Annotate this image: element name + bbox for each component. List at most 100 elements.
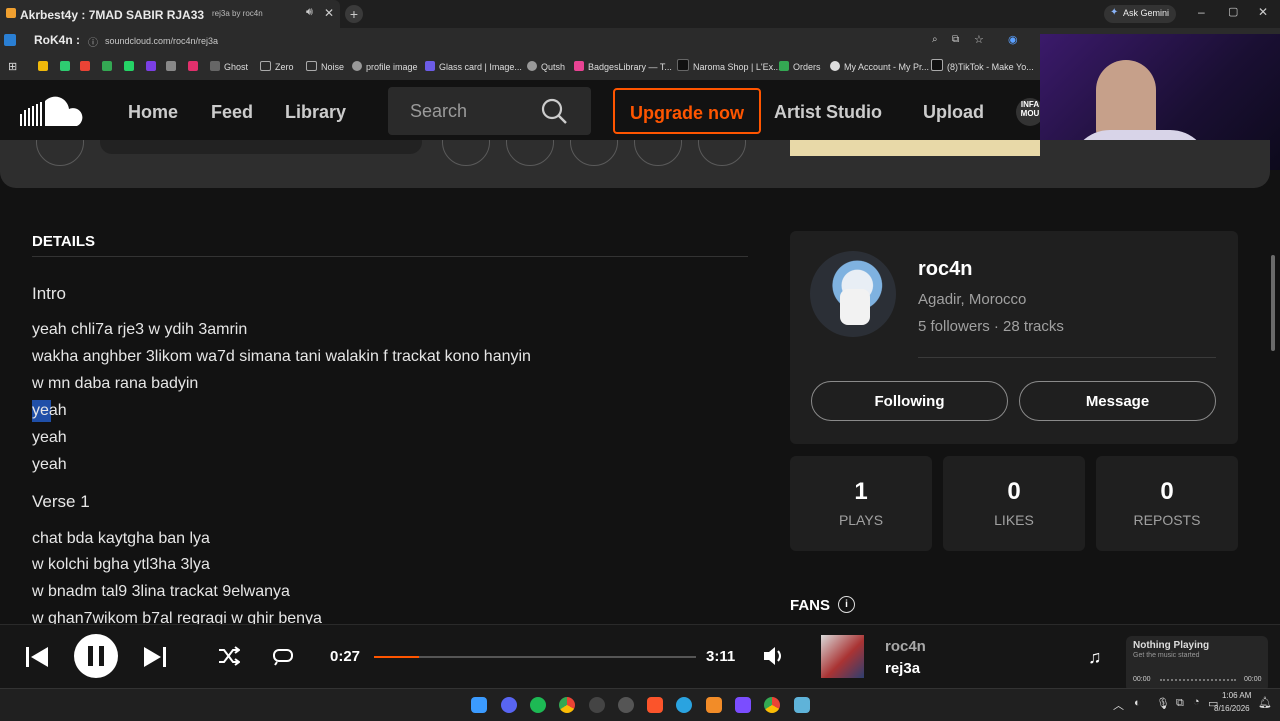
bookmark-icon-1[interactable] <box>38 54 52 80</box>
search-icon[interactable] <box>540 97 568 125</box>
now-playing-track[interactable]: rej3a <box>885 660 920 677</box>
notification-icon[interactable]: 🔔︎ <box>1258 696 1272 709</box>
page-scrollbar[interactable] <box>1271 255 1275 351</box>
likes-label: LIKES <box>994 512 1034 528</box>
now-playing-artwork[interactable] <box>821 635 864 678</box>
next-track-icon[interactable] <box>142 644 168 670</box>
share-action-circle[interactable] <box>570 140 618 166</box>
clock-time[interactable]: 1:06 AM <box>1222 691 1251 700</box>
nav-artist-studio[interactable]: Artist Studio <box>774 80 882 144</box>
artist-avatar[interactable] <box>810 251 896 337</box>
soundcloud-logo-icon[interactable] <box>20 96 86 128</box>
minimize-icon[interactable]: – <box>1198 5 1205 19</box>
bookmark-tiktok[interactable]: (8)TikTok - Make Yo... <box>931 54 1034 80</box>
progress-track[interactable] <box>374 656 696 658</box>
pause-icon <box>88 646 93 666</box>
bookmark-noise[interactable]: Noise <box>306 54 344 80</box>
more-action-circle[interactable] <box>698 140 746 166</box>
like-action-circle[interactable] <box>442 140 490 166</box>
bookmark-qutsh[interactable]: Qutsh <box>527 54 565 80</box>
bookmark-icon-8[interactable] <box>188 54 202 80</box>
obs-icon[interactable] <box>589 697 605 713</box>
bookmark-my-account[interactable]: My Account - My Pr... <box>830 54 929 80</box>
maximize-icon[interactable]: ▢ <box>1228 5 1238 18</box>
clock-date[interactable]: 8/16/2026 <box>1214 704 1250 713</box>
bookmark-icon-7[interactable] <box>166 54 180 80</box>
bookmark-profile-image[interactable]: profile image <box>352 54 418 80</box>
bookmark-badges-library[interactable]: BadgesLibrary — T... <box>574 54 672 80</box>
ask-gemini-button[interactable]: ✦ Ask Gemini <box>1104 5 1176 23</box>
chrome-alt-icon[interactable] <box>618 697 634 713</box>
bookmark-icon-4[interactable] <box>102 54 116 80</box>
pause-button[interactable] <box>74 634 118 678</box>
search-box[interactable]: Search <box>388 87 591 135</box>
following-button[interactable]: Following <box>811 381 1008 421</box>
info-icon[interactable]: i <box>838 596 855 613</box>
tray-icon-1[interactable]: ◐ <box>1134 697 1141 709</box>
monitor-icon[interactable] <box>794 697 810 713</box>
bookmark-orders[interactable]: Orders <box>779 54 821 80</box>
microphone-icon[interactable]: 🎙︎ <box>1156 697 1170 710</box>
bookmark-zero[interactable]: Zero <box>260 54 294 80</box>
zoom-icon[interactable]: ⌕ <box>932 34 938 45</box>
lyric-line: w bnadm tal9 3lina trackat 9elwanya <box>32 583 290 600</box>
message-button[interactable]: Message <box>1019 381 1216 421</box>
profile-icon[interactable] <box>4 34 16 46</box>
previous-track-icon[interactable] <box>24 644 50 670</box>
bookmark-icon-6[interactable] <box>146 54 160 80</box>
nav-upload[interactable]: Upload <box>923 80 984 144</box>
bookmark-icon-5[interactable] <box>124 54 138 80</box>
bookmark-icon-3[interactable] <box>80 54 94 80</box>
copy-action-circle[interactable] <box>634 140 682 166</box>
bookmark-label: Glass card | Image... <box>439 62 522 72</box>
repost-action-circle[interactable] <box>506 140 554 166</box>
bookmark-icon-2[interactable] <box>60 54 74 80</box>
tray-icon-2[interactable]: ⧉ <box>1176 697 1184 710</box>
tab-inactive-title[interactable]: rej3a by roc4n <box>212 9 263 18</box>
bookmark-ghost[interactable]: Ghost <box>210 54 248 80</box>
apps-grid-icon[interactable]: ⊞ <box>8 54 17 80</box>
chrome-active-icon[interactable] <box>764 697 780 713</box>
now-playing-artist[interactable]: roc4n <box>885 638 926 655</box>
bookmark-star-icon[interactable]: ☆ <box>974 33 984 46</box>
chrome-icon[interactable] <box>559 697 575 713</box>
nav-library[interactable]: Library <box>285 80 346 144</box>
bookmark-label: Naroma Shop | L'Ex... <box>693 62 781 72</box>
close-window-icon[interactable]: ✕ <box>1258 5 1268 19</box>
volume-icon[interactable] <box>762 645 786 667</box>
browser-tab[interactable]: Akrbest4y : 7MAD SABIR RJA33 rej3a by ro… <box>0 0 340 28</box>
search-input[interactable]: Search <box>410 101 467 122</box>
nav-home[interactable]: Home <box>128 80 178 144</box>
upgrade-now-button[interactable]: Upgrade now <box>613 88 761 134</box>
player-bar: 0:27 3:11 roc4n rej3a ♫ <box>0 624 1280 689</box>
tray-chevron-icon[interactable]: ︿ <box>1113 697 1124 713</box>
nav-feed[interactable]: Feed <box>211 80 253 144</box>
discord-icon[interactable] <box>501 697 517 713</box>
gemini-icon: ✦ <box>1110 7 1119 18</box>
shuffle-icon[interactable] <box>218 646 240 666</box>
close-tab-icon[interactable]: ✕ <box>324 6 334 20</box>
next-up-icon[interactable]: ♫ <box>1088 647 1102 668</box>
fl-studio-icon[interactable] <box>706 697 722 713</box>
spotify-icon[interactable] <box>530 697 546 713</box>
install-icon[interactable]: ⧉ <box>952 34 959 45</box>
app-purple-icon[interactable] <box>735 697 751 713</box>
followers-count[interactable]: 5 followers <box>918 318 990 335</box>
telegram-icon[interactable] <box>676 697 692 713</box>
brave-icon[interactable] <box>647 697 663 713</box>
extension-icon[interactable]: ◉ <box>1008 33 1018 46</box>
bookmark-naroma-shop[interactable]: Naroma Shop | L'Ex... <box>677 54 781 80</box>
site-info-icon[interactable]: ⓘ <box>88 34 98 49</box>
speaker-icon[interactable]: 🔊︎ <box>306 6 313 19</box>
artist-card: roc4n Agadir, Morocco 5 followers · 28 t… <box>790 231 1238 444</box>
bookmark-glass-card[interactable]: Glass card | Image... <box>425 54 522 80</box>
start-icon[interactable] <box>471 697 487 713</box>
new-tab-icon[interactable]: + <box>345 5 363 23</box>
hero-button-1[interactable] <box>36 140 84 166</box>
url-field[interactable]: soundcloud.com/roc4n/rej3a <box>105 36 218 46</box>
comment-bar[interactable] <box>100 140 422 154</box>
artist-name[interactable]: roc4n <box>918 258 972 281</box>
tracks-count[interactable]: 28 tracks <box>1003 318 1064 335</box>
repeat-icon[interactable] <box>272 646 294 666</box>
wifi-icon[interactable]: ◔ <box>1193 696 1200 708</box>
